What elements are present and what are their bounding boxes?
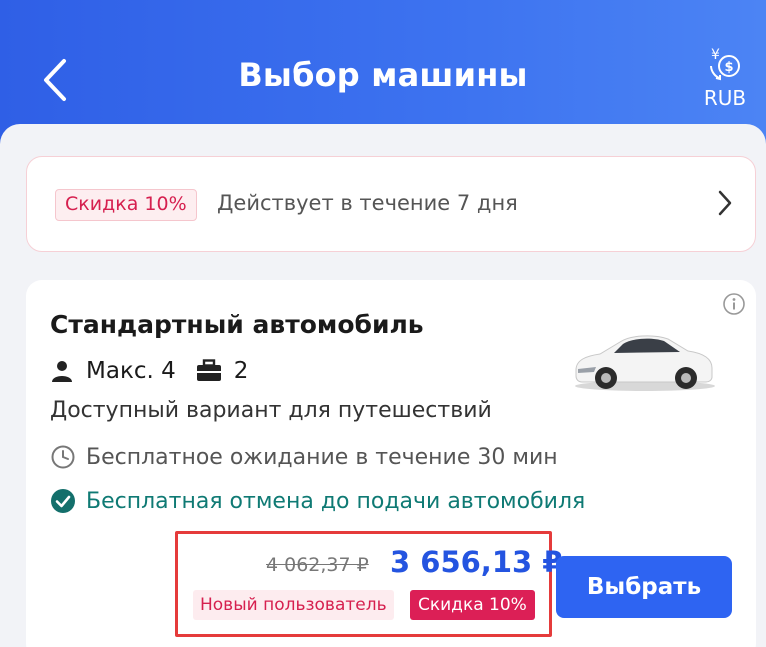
- info-icon[interactable]: [722, 292, 746, 316]
- clock-icon: [51, 445, 75, 469]
- discount-tag: Скидка 10%: [410, 590, 535, 620]
- currency-button[interactable]: ¥ $ RUB: [694, 44, 756, 110]
- new-user-tag: Новый пользователь: [193, 590, 394, 620]
- luggage-capacity: 2: [233, 358, 249, 384]
- waiting-row: Бесплатное ожидание в течение 30 мин: [50, 444, 558, 470]
- select-button[interactable]: Выбрать: [556, 556, 732, 618]
- original-price: 4 062,37 ₽: [266, 554, 369, 576]
- capacity-row: Макс. 4 2: [50, 354, 268, 388]
- svg-text:¥: ¥: [711, 47, 720, 63]
- discounted-price: 3 656,13 ₽: [390, 545, 563, 579]
- chevron-right-icon: [718, 190, 732, 216]
- passenger-capacity: Макс. 4: [86, 358, 176, 384]
- check-circle-icon: [51, 489, 75, 513]
- svg-text:$: $: [725, 60, 734, 75]
- cancellation-text: Бесплатная отмена до подачи автомобиля: [86, 488, 586, 514]
- promo-banner[interactable]: Скидка 10% Действует в течение 7 дня: [26, 156, 756, 252]
- page-title: Выбор машины: [238, 56, 528, 94]
- car-image: [575, 335, 715, 391]
- cancellation-row: Бесплатная отмена до подачи автомобиля: [50, 488, 585, 514]
- person-icon: [52, 361, 72, 382]
- luggage-icon: [196, 359, 221, 381]
- discount-badge: Скидка 10%: [55, 189, 197, 221]
- waiting-text: Бесплатное ожидание в течение 30 мин: [86, 444, 558, 470]
- car-class-name: Стандартный автомобиль: [50, 310, 424, 339]
- promo-text: Действует в течение 7 дня: [217, 191, 518, 215]
- currency-label: RUB: [703, 86, 747, 110]
- currency-exchange-icon: ¥ $: [710, 47, 740, 81]
- car-description: Доступный вариант для путешествий: [50, 398, 492, 423]
